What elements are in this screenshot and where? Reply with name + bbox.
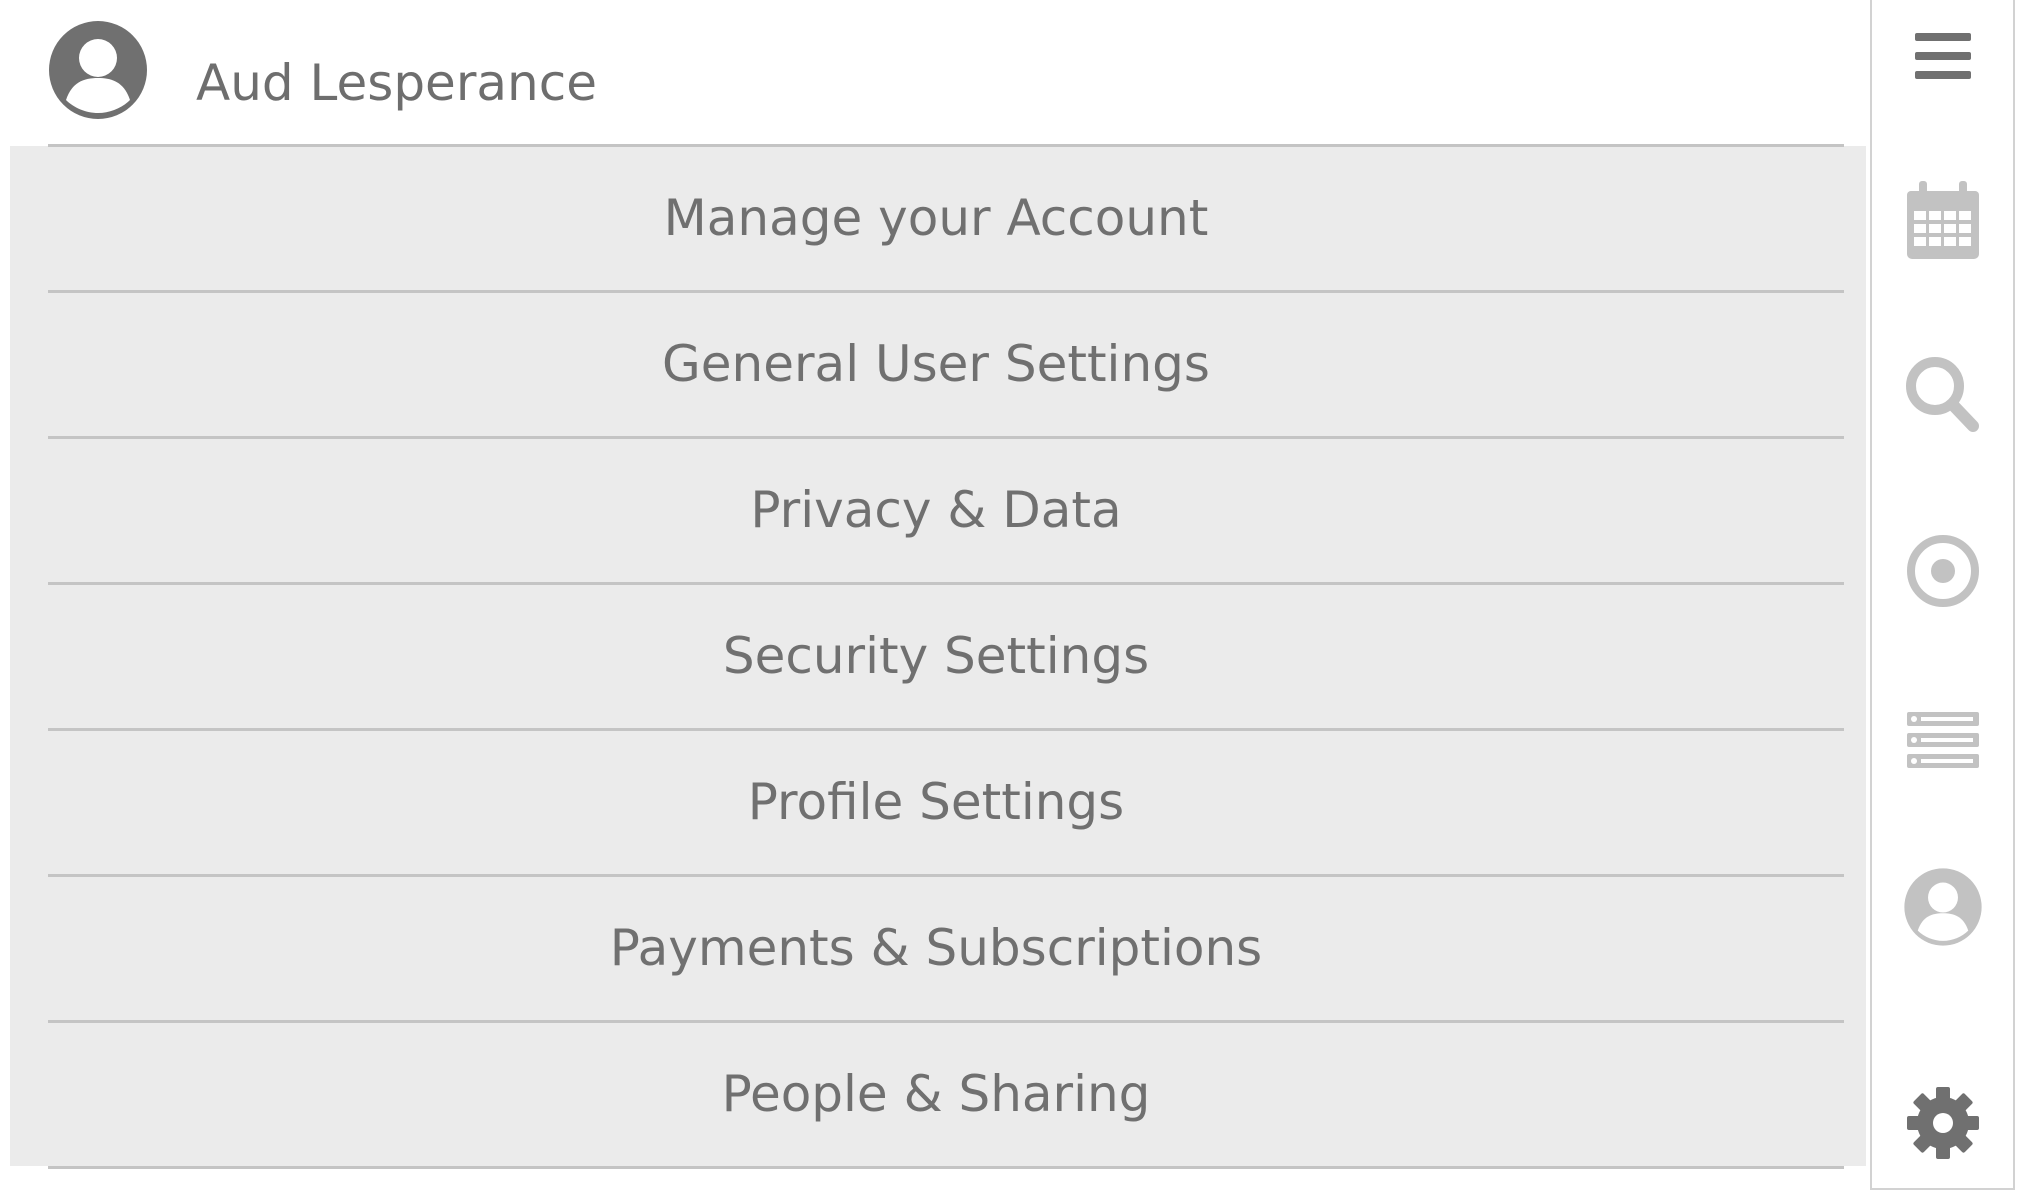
right-icon-rail [1870,0,2015,1190]
menu-item-privacy-data[interactable]: Privacy & Data [10,438,1866,581]
settings-menu: Manage your Account General User Setting… [10,144,1866,1169]
menu-item-label: Profile Settings [747,772,1125,831]
menu-item-people-sharing[interactable]: People & Sharing [10,1022,1866,1165]
gear-icon[interactable] [1872,1078,2013,1168]
calendar-icon[interactable] [1872,178,2013,264]
menu-item-general-user-settings[interactable]: General User Settings [10,292,1866,435]
hamburger-menu-icon[interactable] [1872,20,2013,92]
menu-item-payments-subscriptions[interactable]: Payments & Subscriptions [10,876,1866,1019]
menu-item-label: People & Sharing [721,1064,1151,1123]
menu-item-manage-account[interactable]: Manage your Account [10,146,1866,289]
list-icon[interactable] [1872,700,2013,780]
target-icon[interactable] [1872,528,2013,614]
menu-divider [48,1166,1844,1169]
search-icon[interactable] [1872,350,2013,440]
menu-item-label: Payments & Subscriptions [609,918,1263,977]
account-header: Aud Lesperance [0,0,1866,146]
user-avatar-icon[interactable] [46,18,150,122]
menu-item-profile-settings[interactable]: Profile Settings [10,730,1866,873]
menu-item-label: Privacy & Data [750,480,1122,539]
menu-item-security-settings[interactable]: Security Settings [10,584,1866,727]
menu-item-label: General User Settings [662,334,1210,393]
menu-item-label: Security Settings [722,626,1150,685]
menu-item-label: Manage your Account [663,188,1209,247]
user-circle-icon[interactable] [1872,862,2013,952]
user-name: Aud Lesperance [196,54,597,112]
